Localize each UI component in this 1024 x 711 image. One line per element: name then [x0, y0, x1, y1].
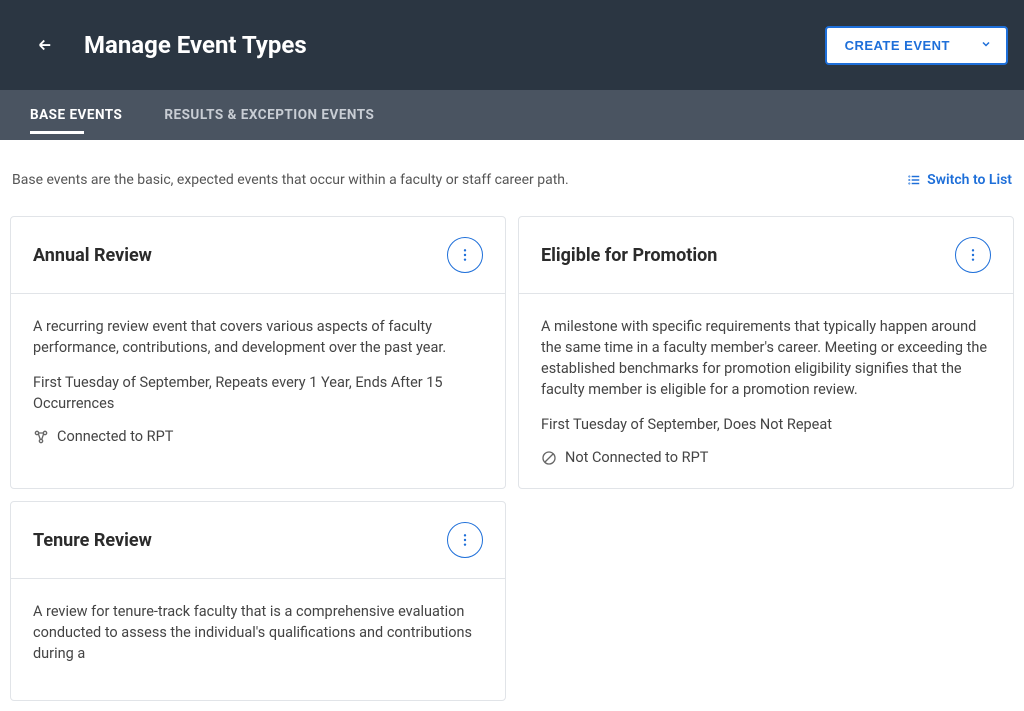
card-header: Annual Review	[11, 217, 505, 294]
card-description: A recurring review event that covers var…	[33, 316, 483, 358]
card-description: A review for tenure-track faculty that i…	[33, 601, 483, 664]
card-body: A review for tenure-track faculty that i…	[11, 579, 505, 700]
create-event-button[interactable]: CREATE EVENT	[825, 26, 1008, 65]
tab-results-exception[interactable]: RESULTS & EXCEPTION EVENTS	[164, 90, 374, 140]
header-bar: Manage Event Types CREATE EVENT	[0, 0, 1024, 90]
create-event-label: CREATE EVENT	[845, 38, 950, 53]
back-arrow-icon[interactable]	[36, 36, 54, 54]
card-schedule: First Tuesday of September, Does Not Rep…	[541, 414, 991, 435]
card-title: Annual Review	[33, 245, 152, 266]
card-header: Eligible for Promotion	[519, 217, 1013, 294]
card-body: A milestone with specific requirements t…	[519, 294, 1013, 488]
card-more-button[interactable]	[955, 237, 991, 273]
card-body: A recurring review event that covers var…	[11, 294, 505, 467]
vertical-dots-icon	[457, 247, 473, 263]
list-icon	[907, 173, 921, 187]
card-title: Tenure Review	[33, 530, 152, 551]
connection-text: Not Connected to RPT	[565, 449, 708, 466]
vertical-dots-icon	[457, 532, 473, 548]
cards-grid: Annual Review A recurring review event t…	[10, 216, 1014, 701]
vertical-dots-icon	[965, 247, 981, 263]
content-area: Base events are the basic, expected even…	[0, 140, 1024, 711]
switch-to-list-label: Switch to List	[927, 172, 1012, 188]
card-header: Tenure Review	[11, 502, 505, 579]
header-left: Manage Event Types	[36, 31, 307, 59]
card-description: A milestone with specific requirements t…	[541, 316, 991, 400]
event-card: Annual Review A recurring review event t…	[10, 216, 506, 489]
linked-nodes-icon	[33, 429, 49, 445]
page-title: Manage Event Types	[84, 31, 307, 59]
intro-row: Base events are the basic, expected even…	[10, 172, 1014, 188]
tabs-bar: BASE EVENTS RESULTS & EXCEPTION EVENTS	[0, 90, 1024, 140]
not-connected-icon	[541, 450, 557, 466]
connection-row: Connected to RPT	[33, 428, 483, 445]
event-card: Tenure Review A review for tenure-track …	[10, 501, 506, 701]
connection-row: Not Connected to RPT	[541, 449, 991, 466]
tab-base-events[interactable]: BASE EVENTS	[30, 90, 122, 140]
intro-text: Base events are the basic, expected even…	[12, 172, 569, 188]
card-schedule: First Tuesday of September, Repeats ever…	[33, 372, 483, 414]
card-more-button[interactable]	[447, 237, 483, 273]
card-title: Eligible for Promotion	[541, 245, 717, 266]
event-card: Eligible for Promotion A milestone with …	[518, 216, 1014, 489]
chevron-down-icon	[980, 38, 992, 53]
connection-text: Connected to RPT	[57, 428, 173, 445]
card-more-button[interactable]	[447, 522, 483, 558]
switch-to-list-link[interactable]: Switch to List	[907, 172, 1012, 188]
